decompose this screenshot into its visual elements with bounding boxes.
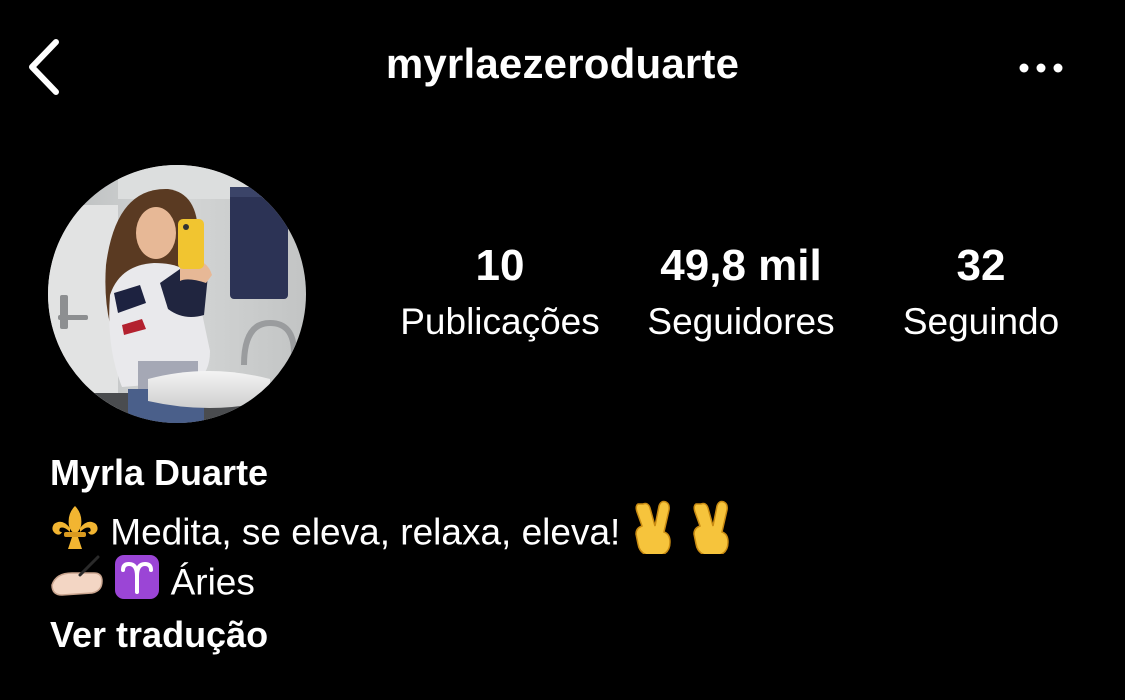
followers-label: Seguidores (647, 301, 835, 342)
bio-line-1: Medita, se eleva, relaxa, eleva! (50, 500, 1090, 557)
profile-avatar[interactable] (48, 165, 306, 423)
aries-sign-icon (114, 554, 160, 615)
bio-text-2: Áries (170, 561, 255, 603)
posts-label: Publicações (400, 301, 600, 342)
followers-count: 49,8 mil (660, 241, 822, 290)
profile-full-name: Myrla Duarte (50, 452, 269, 493)
more-horizontal-icon (1019, 63, 1063, 73)
top-navigation-bar: myrlaezeroduarte (0, 0, 1125, 135)
stat-followers[interactable]: 49,8 mil Seguidores (621, 238, 861, 350)
victory-hand-icon (631, 500, 679, 569)
following-label: Seguindo (902, 301, 1060, 342)
bio-text-1: Medita, se eleva, relaxa, eleva! (110, 511, 621, 553)
writing-hand-icon (50, 555, 104, 614)
posts-count: 10 (475, 241, 525, 290)
profile-photo (48, 165, 306, 423)
victory-hand-icon (689, 500, 737, 569)
bio-line-2: Áries (50, 554, 1090, 608)
stat-following[interactable]: 32 Seguindo (861, 238, 1101, 350)
more-options-button[interactable] (1012, 52, 1070, 84)
profile-bio-section: Myrla Duarte Medita, se eleva, relaxa, e… (50, 446, 1090, 662)
following-count: 32 (956, 241, 1006, 290)
see-translation-link[interactable]: Ver tradução (50, 608, 268, 662)
stat-posts[interactable]: 10 Publicações (380, 238, 620, 350)
profile-username: myrlaezeroduarte (385, 40, 740, 87)
chevron-left-icon (29, 39, 59, 95)
back-button[interactable] (22, 36, 72, 98)
